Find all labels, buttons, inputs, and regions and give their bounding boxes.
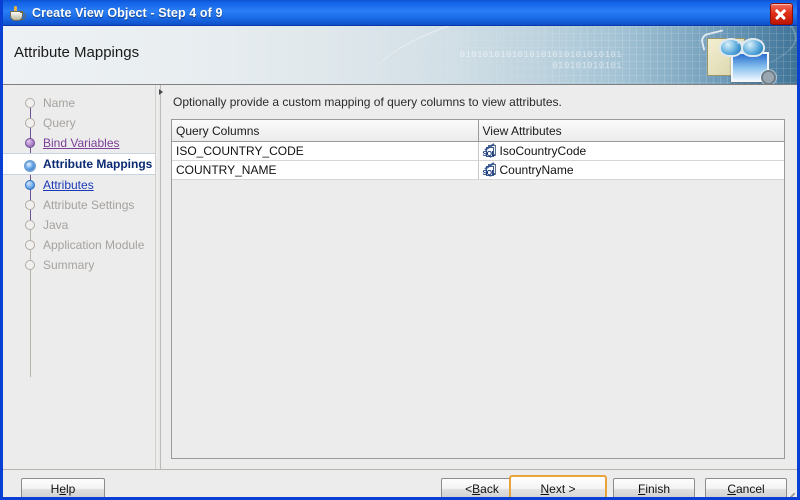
step-dot-pending-icon — [25, 98, 35, 108]
help-button[interactable]: He lp — [21, 478, 105, 497]
sidebar-splitter[interactable] — [155, 85, 165, 469]
column-header-view-attributes[interactable]: View Attributes — [478, 120, 784, 142]
sidebar-step-name: Name — [3, 93, 155, 113]
table-row[interactable]: ISO_COUNTRY_CODE SQL IsoCountryCode — [172, 141, 784, 161]
splitter-bar[interactable] — [159, 85, 161, 469]
step-label: Query — [43, 116, 76, 130]
table-row[interactable]: COUNTRY_NAME SQL CountryName — [172, 160, 784, 180]
close-icon[interactable] — [770, 3, 793, 25]
sidebar-step-summary: Summary — [3, 255, 155, 275]
step-label: Java — [43, 218, 69, 232]
step-dot-current-icon — [24, 160, 36, 172]
step-label: Attribute Mappings — [43, 157, 153, 171]
cell-query-column[interactable]: ISO_COUNTRY_CODE — [172, 141, 479, 161]
sidebar-step-application-module: Application Module — [3, 235, 155, 255]
cell-view-attribute[interactable]: SQL IsoCountryCode — [478, 141, 784, 161]
cell-query-column[interactable]: COUNTRY_NAME — [172, 160, 479, 180]
window-title: Create View Object - Step 4 of 9 — [32, 5, 223, 20]
sidebar-step-java: Java — [3, 215, 155, 235]
step-dot-pending-icon — [25, 200, 35, 210]
view-attribute-label: IsoCountryCode — [499, 144, 587, 158]
step-label[interactable]: Attributes — [43, 178, 94, 192]
dialog-button-bar: He lp < Back Next > Finish Cancel — [3, 469, 797, 497]
sql-attribute-icon: SQL — [483, 143, 496, 158]
step-dot-pending-icon — [25, 118, 35, 128]
binary-line-1: 0101010101010101010101010101 — [459, 50, 622, 60]
step-label: Name — [43, 96, 76, 110]
sql-attribute-icon: SQL — [483, 162, 496, 177]
cancel-button[interactable]: Cancel — [705, 478, 787, 497]
step-dot-pending-icon — [25, 220, 35, 230]
table-header-row: Query Columns View Attributes — [172, 120, 784, 142]
wizard-content-pane: Optionally provide a custom mapping of q… — [165, 85, 797, 469]
binary-line-2: 010101010101 — [552, 61, 622, 71]
attribute-mapping-table[interactable]: Query Columns View Attributes ISO_COUNTR… — [172, 120, 784, 180]
step-dot-pending-icon — [25, 240, 35, 250]
step-dot-linked-icon — [25, 180, 35, 190]
page-title: Attribute Mappings — [14, 44, 140, 61]
resize-grip-icon[interactable] — [783, 493, 795, 497]
step-dot-visited-icon — [25, 138, 35, 148]
step-label: Summary — [43, 258, 95, 272]
sidebar-step-attribute-settings: Attribute Settings — [3, 195, 155, 215]
cell-view-attribute[interactable]: SQL CountryName — [478, 160, 784, 180]
wizard-dialog: Create View Object - Step 4 of 9 0101010… — [0, 0, 800, 500]
sidebar-step-attribute-mappings[interactable]: Attribute Mappings — [3, 153, 155, 175]
step-label: Application Module — [43, 238, 145, 252]
sidebar-step-bind-variables[interactable]: Bind Variables — [3, 133, 155, 153]
dialog-body: Name Query Bind Variables Attribute Mapp… — [3, 85, 797, 469]
spectacles-and-monitor-icon — [687, 29, 783, 84]
view-attribute-label: CountryName — [499, 163, 574, 177]
sidebar-step-attributes[interactable]: Attributes — [3, 175, 155, 195]
collapse-left-arrow-icon[interactable] — [159, 89, 163, 95]
wizard-header-banner: 0101010101010101010101010101 01010101010… — [3, 26, 797, 85]
instruction-text: Optionally provide a custom mapping of q… — [173, 95, 562, 109]
wizard-step-list: Name Query Bind Variables Attribute Mapp… — [3, 85, 155, 469]
step-label[interactable]: Bind Variables — [43, 136, 120, 150]
step-dot-pending-icon — [25, 260, 35, 270]
mapping-table-panel: Query Columns View Attributes ISO_COUNTR… — [171, 119, 785, 459]
next-button[interactable]: Next > — [509, 475, 607, 497]
column-header-query-columns[interactable]: Query Columns — [172, 120, 479, 142]
header-binary-decoration: 0101010101010101010101010101 01010101010… — [460, 50, 622, 72]
title-bar: Create View Object - Step 4 of 9 — [3, 0, 797, 26]
step-label: Attribute Settings — [43, 198, 135, 212]
java-coffee-cup-icon — [7, 3, 27, 23]
finish-button[interactable]: Finish — [613, 478, 695, 497]
sidebar-step-query: Query — [3, 113, 155, 133]
